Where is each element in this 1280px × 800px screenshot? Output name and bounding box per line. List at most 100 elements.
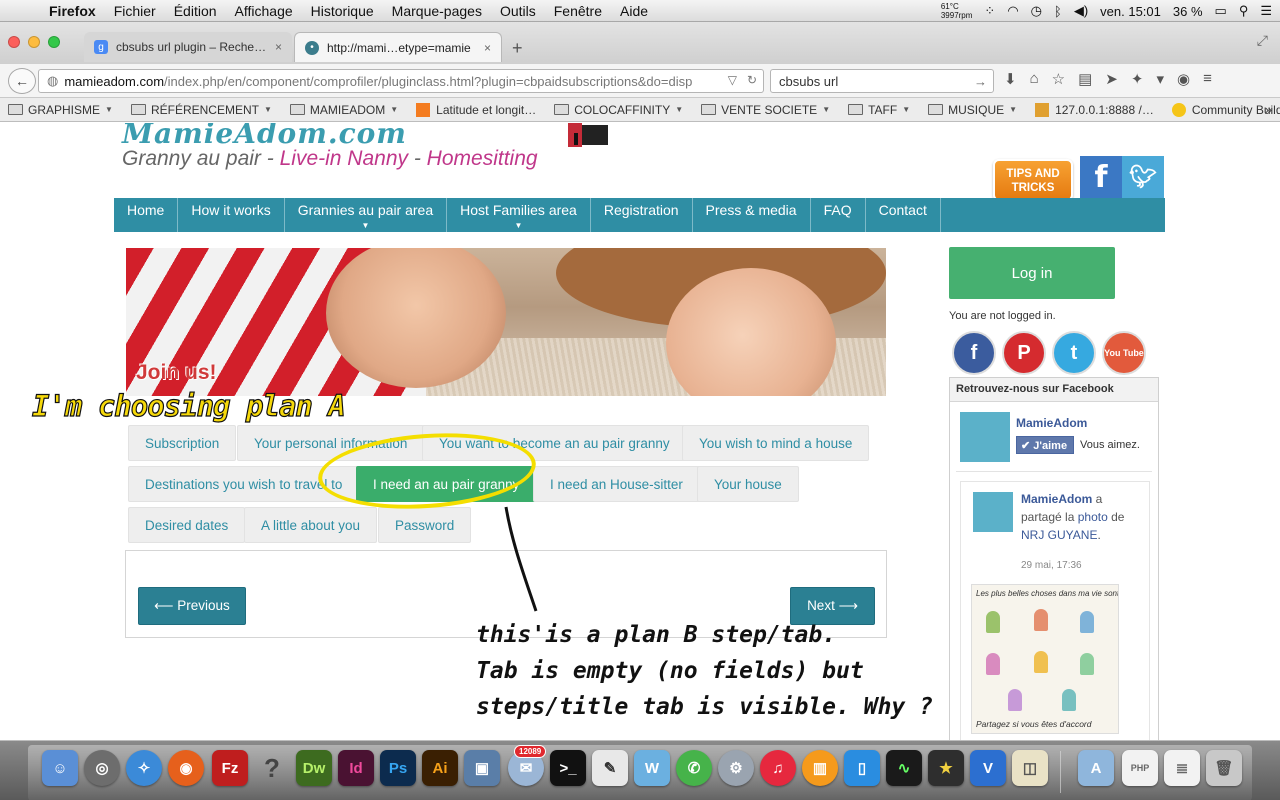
chat-icon[interactable]: ◉ xyxy=(1177,70,1190,88)
twitter-round-icon[interactable]: t xyxy=(1052,331,1096,375)
textedit-icon[interactable]: ✎ xyxy=(592,750,628,786)
bookmark-community-builder[interactable]: Community Build… xyxy=(1164,102,1280,117)
like-button[interactable]: ✔ J'aime xyxy=(1016,436,1074,454)
facebook-round-icon[interactable]: f xyxy=(952,331,996,375)
more-bookmarks-icon[interactable]: » xyxy=(1265,102,1272,117)
bookmark-latitude[interactable]: Latitude et longit… xyxy=(408,102,546,117)
bookmark-folder-colocaffinity[interactable]: COLOCAFFINITY ▼ xyxy=(546,103,693,117)
bookmark-folder-musique[interactable]: MUSIQUE ▼ xyxy=(920,103,1027,117)
temp-readout: 61°C 3997rpm xyxy=(941,2,973,20)
photoshop-icon[interactable]: Ps xyxy=(380,750,416,786)
menu-fichier[interactable]: Fichier xyxy=(105,3,165,19)
finder-icon[interactable]: ☺ xyxy=(42,750,78,786)
search-input[interactable]: cbsubs url → xyxy=(770,69,994,93)
terminal-icon[interactable]: >_ xyxy=(550,750,586,786)
dreamweaver-icon[interactable]: Dw xyxy=(296,750,332,786)
youtube-round-icon[interactable]: You Tube xyxy=(1102,331,1146,375)
launchpad-icon[interactable]: ◎ xyxy=(84,750,120,786)
applications-folder-icon[interactable]: A xyxy=(1078,750,1114,786)
menu-affichage[interactable]: Affichage xyxy=(226,3,302,19)
new-tab-button[interactable]: + xyxy=(512,38,523,59)
search-go-icon[interactable]: → xyxy=(974,74,987,89)
battery-icon[interactable]: ▭ xyxy=(1215,3,1227,19)
bookmark-star-icon[interactable]: ☆ xyxy=(1052,70,1065,88)
menu-icon[interactable]: ≡ xyxy=(1203,70,1212,88)
reload-icon[interactable]: ↻ xyxy=(747,73,757,87)
menu-historique[interactable]: Historique xyxy=(302,3,383,19)
page-avatar[interactable] xyxy=(960,412,1010,462)
address-bar[interactable]: ◍ mamieadom.com/index.php/en/component/c… xyxy=(38,69,764,93)
utility-icon[interactable]: ⚙ xyxy=(718,750,754,786)
pinterest-round-icon[interactable]: P xyxy=(1002,331,1046,375)
tab-mamieadom[interactable]: • http://mami…etype=mamie × xyxy=(294,32,502,62)
volume-icon[interactable]: ◀) xyxy=(1074,3,1088,19)
back-button[interactable]: ← xyxy=(8,68,36,94)
trash-icon[interactable]: 🗑︎ xyxy=(1206,750,1242,786)
doodle-figure xyxy=(1034,651,1048,673)
bookmark-folder-graphisme[interactable]: GRAPHISME ▼ xyxy=(0,103,123,117)
menu-app-firefox[interactable]: Firefox xyxy=(40,3,105,19)
clock[interactable]: ven. 15:01 xyxy=(1100,4,1161,19)
close-tab-icon[interactable]: × xyxy=(275,40,282,54)
home-icon[interactable]: ⌂ xyxy=(1030,70,1039,88)
browser-tabstrip: g cbsubs url plugin – Reche… × • http://… xyxy=(0,22,1280,64)
imovie-icon[interactable]: ★ xyxy=(928,750,964,786)
ibooks-icon[interactable]: ▥ xyxy=(802,750,838,786)
close-window-icon[interactable] xyxy=(8,36,20,48)
bookmark-folder-referencement[interactable]: RÉFÉRENCEMENT ▼ xyxy=(123,103,282,117)
minimize-window-icon[interactable] xyxy=(28,36,40,48)
itunes-icon[interactable]: ♫ xyxy=(760,750,796,786)
facetime-icon[interactable]: ✆ xyxy=(676,750,712,786)
dropdown-icon[interactable]: ▽ xyxy=(728,73,737,87)
post-image[interactable]: Les plus belles choses dans ma vie sont … xyxy=(971,584,1119,734)
post-author[interactable]: MamieAdom xyxy=(1021,492,1092,506)
bookmark-folder-mamieadom[interactable]: MAMIEADOM ▼ xyxy=(282,103,408,117)
login-button[interactable]: Log in xyxy=(949,247,1115,299)
photos-icon[interactable]: ▣ xyxy=(464,750,500,786)
document-icon[interactable]: ≣ xyxy=(1164,750,1200,786)
unknown-app-icon[interactable]: ? xyxy=(254,750,290,786)
wifi-icon[interactable]: ◠ xyxy=(1007,3,1018,19)
zoom-window-icon[interactable] xyxy=(48,36,60,48)
preview-icon[interactable]: ◫ xyxy=(1012,750,1048,786)
bookmarks-list-icon[interactable]: ▤ xyxy=(1078,70,1092,88)
time-machine-icon[interactable]: ◷ xyxy=(1031,3,1042,19)
grid-icon[interactable]: ⁘ xyxy=(984,3,995,19)
post-avatar[interactable] xyxy=(973,492,1013,532)
menu-edition[interactable]: Édition xyxy=(165,3,226,19)
send-icon[interactable]: ➤ xyxy=(1105,70,1118,88)
bookmark-folder-taff[interactable]: TAFF ▼ xyxy=(840,103,920,117)
extension-menu-icon[interactable]: ▾ xyxy=(1156,70,1164,88)
post-photo-link[interactable]: photo xyxy=(1078,510,1108,524)
doodle-figure xyxy=(986,653,1000,675)
simulator-icon[interactable]: ▯ xyxy=(844,750,880,786)
fullscreen-icon[interactable]: ⤢ xyxy=(1257,32,1268,49)
menu-marque-pages[interactable]: Marque-pages xyxy=(383,3,491,19)
illustrator-icon[interactable]: Ai xyxy=(422,750,458,786)
post-time[interactable]: 29 mai, 17:36 xyxy=(1021,560,1082,571)
bluetooth-icon[interactable]: ᛒ xyxy=(1054,4,1062,19)
menu-outils[interactable]: Outils xyxy=(491,3,545,19)
menu-fenetre[interactable]: Fenêtre xyxy=(545,3,611,19)
menu-aide[interactable]: Aide xyxy=(611,3,657,19)
php-file-icon[interactable]: PHP xyxy=(1122,750,1158,786)
firefox-icon[interactable]: ◉ xyxy=(168,750,204,786)
safari-icon[interactable]: ✧ xyxy=(126,750,162,786)
extension-icon[interactable]: ✦ xyxy=(1131,70,1144,88)
post-source-link[interactable]: NRJ GUYANE xyxy=(1021,528,1097,542)
tab-google-search[interactable]: g cbsubs url plugin – Reche… × xyxy=(84,32,292,62)
google-favicon-icon: g xyxy=(94,40,108,54)
download-icon[interactable]: ⬇ xyxy=(1004,70,1017,88)
spotlight-icon[interactable]: ⚲ xyxy=(1239,3,1249,19)
activity-monitor-icon[interactable]: ∿ xyxy=(886,750,922,786)
page-name[interactable]: MamieAdom xyxy=(1016,416,1087,430)
vectorworks-icon[interactable]: V xyxy=(970,750,1006,786)
filezilla-icon[interactable]: Fz xyxy=(212,750,248,786)
close-tab-icon[interactable]: × xyxy=(484,41,491,55)
wiki-icon[interactable]: W xyxy=(634,750,670,786)
indesign-icon[interactable]: Id xyxy=(338,750,374,786)
notification-center-icon[interactable]: ☰ xyxy=(1260,3,1272,19)
battery-percent[interactable]: 36 % xyxy=(1173,4,1203,19)
bookmark-folder-vente-societe[interactable]: VENTE SOCIETE ▼ xyxy=(693,103,840,117)
bookmark-localhost[interactable]: 127.0.0.1:8888 /… xyxy=(1027,102,1164,117)
